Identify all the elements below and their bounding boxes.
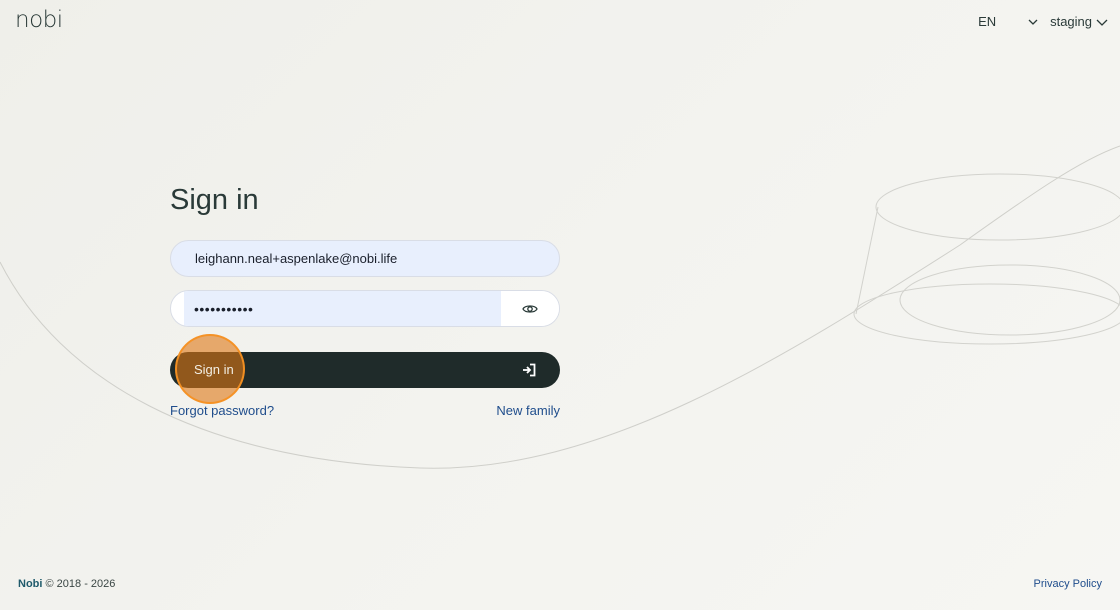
background-lines xyxy=(0,145,1120,469)
email-field-wrapper xyxy=(170,240,560,277)
page-title: Sign in xyxy=(170,184,259,216)
language-select[interactable]: EN xyxy=(978,14,1038,29)
language-value: EN xyxy=(978,14,997,29)
top-bar-controls: EN staging xyxy=(978,14,1108,29)
environment-value: staging xyxy=(1050,14,1092,29)
chevron-down-icon xyxy=(1028,17,1038,27)
footer-copyright-text: © 2018 - 2026 xyxy=(42,578,116,590)
sign-in-form: Sign in Sign in Forgot password? New fam… xyxy=(170,182,560,418)
email-field[interactable] xyxy=(171,241,559,276)
footer-brand: Nobi xyxy=(18,578,43,590)
forgot-password-link[interactable]: Forgot password? xyxy=(170,403,274,418)
password-field[interactable] xyxy=(184,291,501,326)
environment-select[interactable]: staging xyxy=(1050,14,1108,29)
form-links: Forgot password? New family xyxy=(170,403,560,418)
eye-icon xyxy=(522,304,538,313)
show-password-button[interactable] xyxy=(501,291,559,326)
sign-in-button-label: Sign in xyxy=(194,362,234,377)
new-family-link[interactable]: New family xyxy=(496,403,560,418)
chevron-down-icon xyxy=(1096,17,1108,27)
footer-copyright: Nobi © 2018 - 2026 xyxy=(18,578,115,590)
sign-in-button[interactable]: Sign in xyxy=(170,352,560,388)
privacy-policy-link[interactable]: Privacy Policy xyxy=(1034,578,1102,590)
login-icon xyxy=(523,363,536,377)
password-field-wrapper xyxy=(170,290,560,327)
nobi-logo: nobi xyxy=(15,7,63,33)
